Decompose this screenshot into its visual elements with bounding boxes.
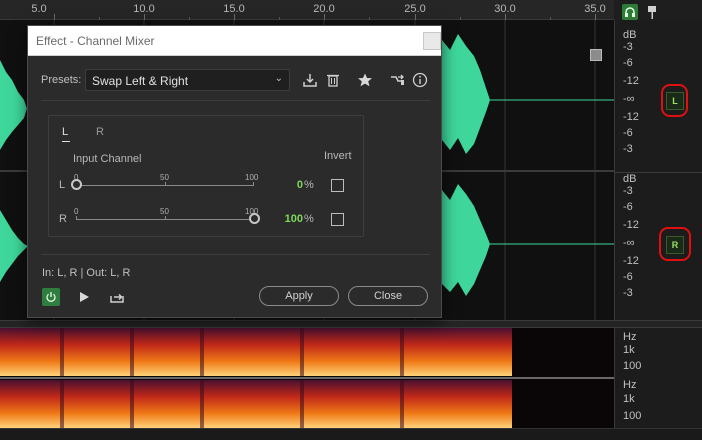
db-label: -3 — [623, 185, 633, 197]
db-label: -6 — [623, 127, 633, 139]
loop-export-icon[interactable] — [108, 288, 126, 306]
slider-scale-mid: 50 — [160, 173, 169, 182]
db-label: -∞ — [623, 93, 635, 105]
info-icon[interactable] — [411, 71, 429, 89]
invert-right-checkbox[interactable] — [331, 213, 344, 226]
frequency-scale: Hz 1k 100 Hz 1k 100 — [614, 328, 702, 428]
row-label-right: R — [59, 213, 67, 225]
delete-preset-icon[interactable] — [324, 71, 342, 89]
ruler-tick-label: 5.0 — [31, 3, 47, 15]
preset-selected-value: Swap Left & Right — [92, 74, 189, 88]
db-label: -∞ — [623, 237, 635, 249]
invert-label: Invert — [324, 150, 352, 162]
divider — [41, 254, 430, 255]
left-channel-slider-thumb[interactable] — [70, 179, 82, 190]
db-label: -12 — [623, 75, 639, 87]
slider-scale-mid: 50 — [160, 207, 169, 216]
headphones-icon[interactable] — [622, 4, 638, 20]
db-label: -3 — [623, 41, 633, 53]
db-label: -6 — [623, 201, 633, 213]
db-label: dB — [623, 173, 637, 185]
status-strip — [0, 428, 702, 440]
right-channel-slider-thumb[interactable] — [248, 213, 260, 224]
db-label: -6 — [623, 57, 633, 69]
save-preset-icon[interactable] — [301, 71, 319, 89]
panel-splitter[interactable] — [0, 320, 702, 328]
hz-label: 100 — [623, 410, 642, 422]
active-tab-indicator — [62, 141, 70, 142]
close-button[interactable]: Close — [348, 286, 428, 306]
channel-mixer-dialog: Effect - Channel Mixer Presets: Swap Lef… — [27, 25, 442, 318]
amplitude-scale: dB -3 -6 -12 -∞ -12 -6 -3 dB -3 -6 -12 -… — [614, 20, 702, 320]
slider-tick — [253, 182, 254, 185]
row-label-left: L — [59, 179, 66, 191]
power-icon[interactable] — [42, 288, 60, 306]
db-label: -12 — [623, 255, 639, 267]
annotation-circle — [661, 84, 688, 117]
spectrogram-graphic — [0, 328, 614, 428]
divider — [41, 100, 430, 101]
input-channel-label: Input Channel — [73, 153, 142, 165]
channel-routing-text: In: L, R | Out: L, R — [42, 267, 131, 279]
right-channel-value[interactable]: 100 — [273, 213, 303, 225]
tab-left-channel[interactable]: L — [62, 126, 68, 138]
hz-label: Hz — [623, 331, 637, 343]
invert-left-checkbox[interactable] — [331, 179, 344, 192]
timeline-ruler[interactable]: 5.0 10.0 15.0 20.0 25.0 30.0 35.0 — [0, 0, 614, 20]
percent-unit: % — [304, 213, 314, 225]
slider-tick — [165, 182, 166, 185]
play-icon[interactable] — [76, 289, 92, 305]
db-label: -12 — [623, 219, 639, 231]
db-label: dB — [623, 29, 637, 41]
percent-unit: % — [304, 179, 314, 191]
hz-label: 1k — [623, 344, 635, 356]
routing-icon[interactable] — [388, 71, 406, 89]
slider-scale-min: 0 — [74, 207, 79, 216]
hz-label: 1k — [623, 393, 635, 405]
hz-label: Hz — [623, 379, 637, 391]
channel-mix-panel: L R Input Channel Invert L 0 50 100 0 % … — [48, 115, 364, 237]
apply-button[interactable]: Apply — [259, 286, 339, 306]
slider-tick — [165, 216, 166, 219]
dialog-title-bar[interactable]: Effect - Channel Mixer — [28, 26, 441, 56]
presets-label: Presets: — [41, 74, 82, 86]
slider-scale-max: 100 — [245, 173, 259, 182]
dialog-title: Effect - Channel Mixer — [36, 34, 155, 48]
tab-right-channel[interactable]: R — [96, 126, 104, 138]
spectral-display[interactable] — [0, 328, 614, 428]
slider-tick — [76, 216, 77, 219]
zoom-corner-icon[interactable] — [590, 49, 602, 61]
annotation-circle — [659, 227, 691, 261]
left-channel-slider-track[interactable] — [76, 185, 254, 186]
db-label: -3 — [623, 287, 633, 299]
chevron-down-icon: ⌄ — [274, 73, 283, 84]
right-channel-slider-track[interactable] — [76, 219, 254, 220]
db-label: -3 — [623, 143, 633, 155]
db-label: -6 — [623, 271, 633, 283]
dialog-close-button[interactable] — [423, 32, 441, 50]
hz-label: 100 — [623, 360, 642, 372]
presets-dropdown[interactable]: Swap Left & Right ⌄ — [85, 69, 290, 91]
favorite-star-icon[interactable] — [356, 71, 374, 89]
left-channel-value[interactable]: 0 — [273, 179, 303, 191]
db-label: -12 — [623, 111, 639, 123]
pin-icon[interactable] — [646, 5, 658, 19]
